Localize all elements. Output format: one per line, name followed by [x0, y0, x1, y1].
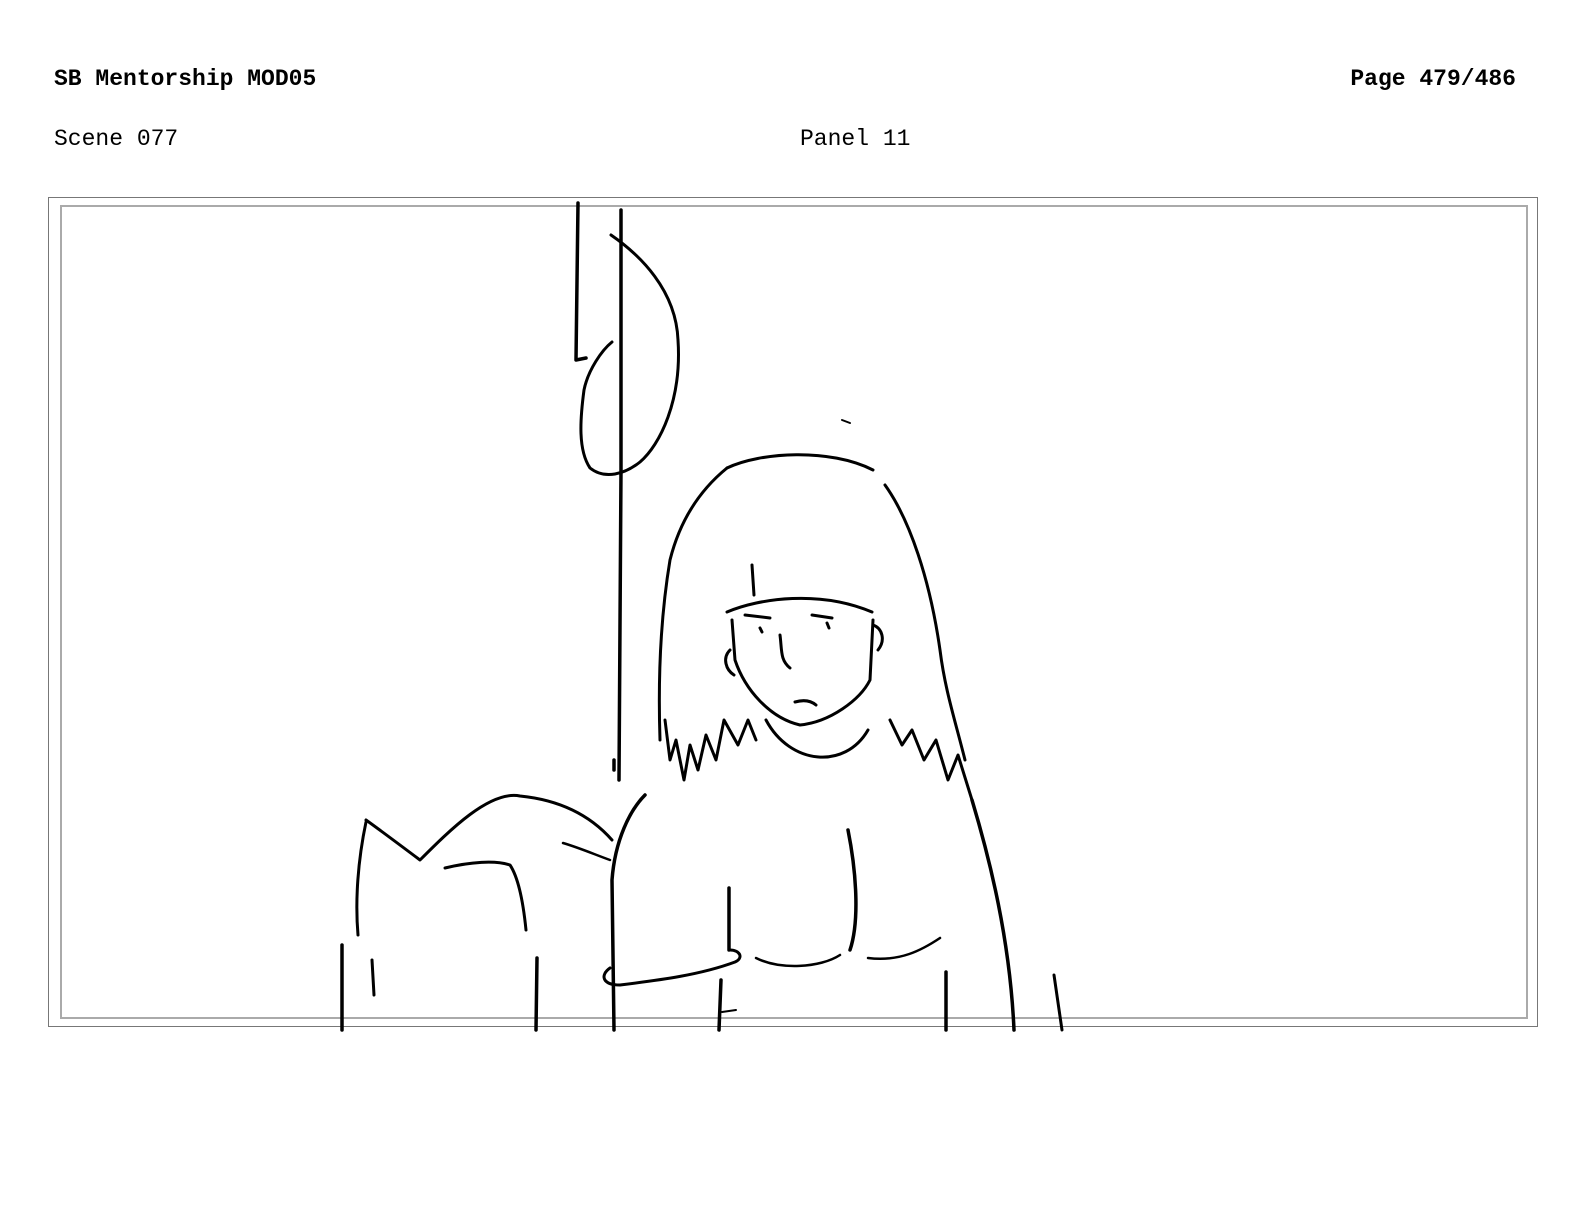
face-sketch: [724, 596, 884, 759]
storyboard-sketch: [340, 201, 1064, 1032]
hair-sketch: [657, 419, 974, 802]
chair-sketch: [340, 793, 614, 1032]
body-sketch: [602, 793, 1064, 1032]
pole-sketch: [574, 201, 680, 782]
